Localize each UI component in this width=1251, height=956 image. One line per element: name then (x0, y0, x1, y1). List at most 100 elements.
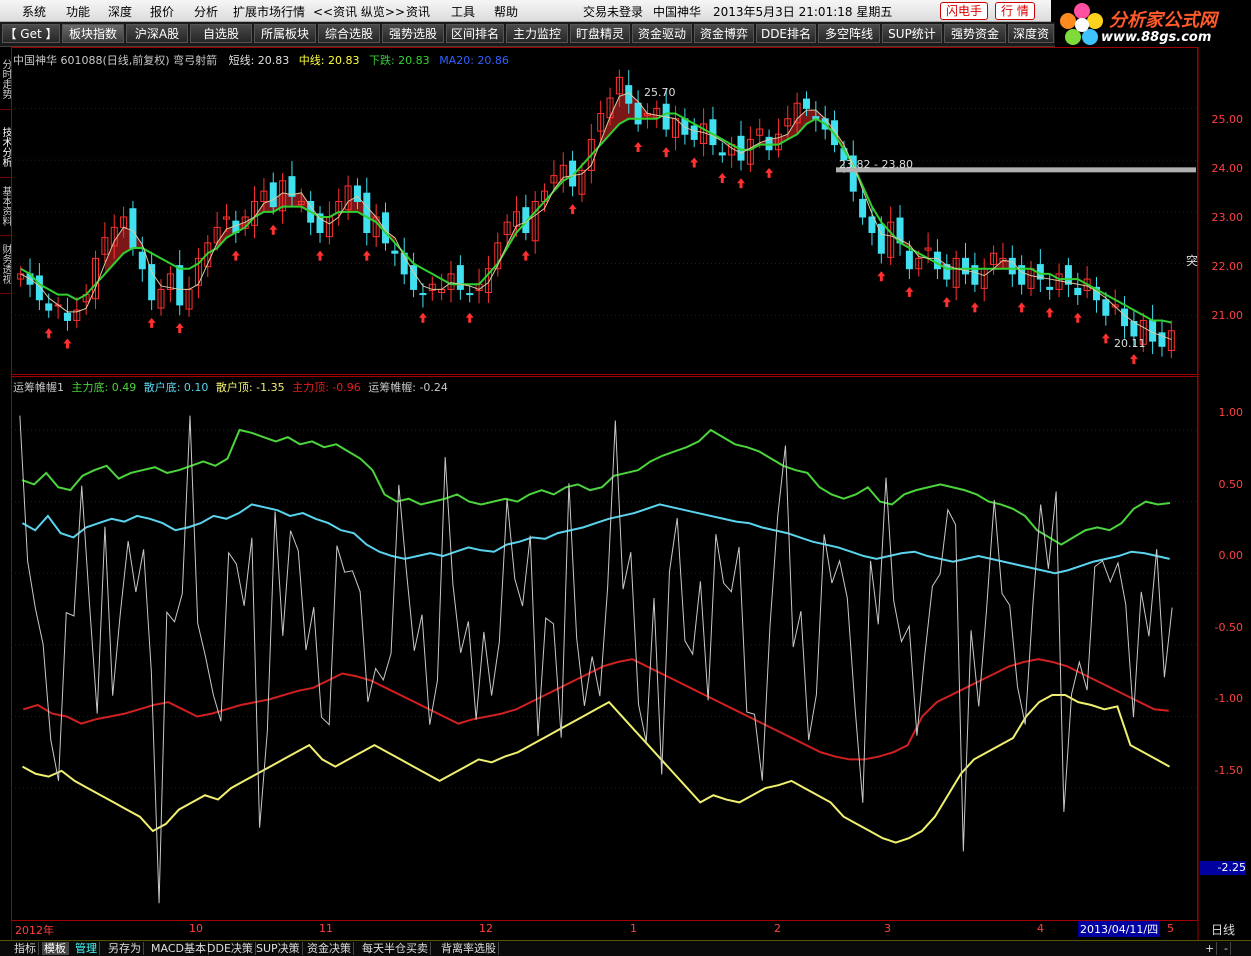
menu-item-help[interactable]: 帮助 (494, 3, 518, 20)
candle-body (129, 208, 137, 249)
buy-arrow-icon (147, 317, 156, 328)
tab-fund-drive[interactable]: 资金驱动 (632, 24, 692, 43)
chart-canvas[interactable] (11, 47, 1251, 940)
candle-body (148, 264, 156, 301)
x-label-month: 1 (630, 922, 637, 935)
status-save-as-button[interactable]: 另存为 (106, 942, 144, 955)
candle-body (905, 250, 913, 270)
tab-sup-stats[interactable]: SUP统计 (882, 24, 942, 43)
high-price-marker: 25.70 (644, 86, 676, 99)
status-dde-button[interactable]: DDE决策 (205, 942, 256, 955)
buy-arrow-icon (1073, 312, 1082, 323)
menu-item-news-overview[interactable]: <<资讯 纵览>> (313, 3, 405, 20)
ma20-label: MA20: 20.86 (439, 54, 509, 67)
tab-main-monitor[interactable]: 主力监控 (506, 24, 568, 43)
breakout-label: 突 (1186, 254, 1199, 268)
x-label-month: 5 (1167, 922, 1174, 935)
retail-bottom-label: 散户底: 0.10 (143, 381, 209, 394)
zoom-in-button[interactable]: + (1203, 942, 1218, 955)
candle-body (419, 293, 427, 296)
buy-arrow-icon (44, 328, 53, 339)
datetime: 2013年5月3日 21:01:18 星期五 (713, 5, 893, 19)
zoom-out-button[interactable]: - (1222, 942, 1231, 955)
candle-body (1074, 287, 1082, 296)
tab-depth-fund[interactable]: 深度资 (1008, 24, 1054, 43)
buy-arrow-icon (362, 250, 371, 261)
status-manage-button[interactable]: 管理 (73, 942, 100, 955)
status-fund-button[interactable]: 资金决策 (305, 942, 354, 955)
buy-arrow-icon (662, 147, 671, 158)
menu-item-extended-market[interactable]: 扩展市场行情 (233, 3, 305, 20)
candle-body (138, 251, 146, 270)
tab-long-short[interactable]: 多空阵线 (818, 24, 880, 43)
menu-item-news[interactable]: 资讯 (406, 3, 430, 20)
status-indicator-button[interactable]: 指标 (12, 942, 39, 955)
candle-body (45, 303, 53, 311)
candle-body (802, 98, 810, 109)
fall-line-label: 下跌: 20.83 (368, 54, 430, 67)
tab-combined-screen[interactable]: 综合选股 (318, 24, 380, 43)
x-label-month: 2 (774, 922, 781, 935)
tab-sh-sz-a[interactable]: 沪深A股 (126, 24, 188, 43)
price-y-tick: 22.00 (1211, 260, 1244, 273)
menu-item-analysis[interactable]: 分析 (194, 3, 218, 20)
main-top-label: 主力顶: -0.96 (292, 381, 361, 394)
candle-body (962, 257, 970, 275)
price-y-tick: 24.00 (1211, 162, 1244, 175)
side-tab-intraday[interactable]: 分时走势 (0, 49, 11, 110)
buy-arrow-icon (970, 302, 979, 313)
tab-belong-sector[interactable]: 所属板块 (254, 24, 316, 43)
status-sup-button[interactable]: SUP决策 (254, 942, 303, 955)
buy-arrow-icon (877, 271, 886, 282)
status-divergence-button[interactable]: 背离率选股 (439, 942, 499, 955)
candle-body (288, 176, 296, 197)
tab-fund-game[interactable]: 资金博弈 (694, 24, 754, 43)
short-line (20, 92, 1172, 340)
price-y-tick: 21.00 (1211, 309, 1244, 322)
quote-button[interactable]: 行 情 (995, 2, 1035, 20)
tab-strong-fund[interactable]: 强势资金 (944, 24, 1006, 43)
flower-logo-icon (1060, 3, 1103, 45)
candle-body (176, 265, 184, 306)
flash-trade-button[interactable]: 闪电手 (940, 2, 989, 20)
menu-item-tools[interactable]: 工具 (451, 3, 475, 20)
buy-arrow-icon (634, 142, 643, 152)
candle-body (1102, 299, 1110, 316)
menu-item-function[interactable]: 功能 (66, 3, 90, 20)
candle-body (690, 125, 698, 140)
logo-url: www.88gs.com (1101, 30, 1212, 45)
indicator-y-tick: 0.00 (1218, 549, 1244, 562)
menu-item-quote[interactable]: 报价 (150, 3, 174, 20)
range-marker: 23.82 - 23.80 (839, 158, 913, 171)
tab-watchlist[interactable]: 自选股 (190, 24, 252, 43)
side-tab-financial[interactable]: 财务透视 (0, 235, 11, 294)
price-panel-frame (11, 47, 1198, 375)
menu-item-system[interactable]: 系统 (22, 3, 46, 20)
status-template-button[interactable]: 模板 (42, 942, 69, 955)
x-label-month: 3 (884, 922, 891, 935)
chart-area[interactable]: 中国神华 601088(日线,前复权) 弯弓射箭 短线: 20.83 中线: 2… (11, 47, 1251, 940)
candle-body (634, 102, 642, 125)
buy-arrow-icon (269, 224, 278, 235)
buy-arrow-icon (942, 297, 951, 308)
side-tab-technical[interactable]: 技术分析 (0, 117, 11, 178)
get-button[interactable]: 【 Get 】 (2, 24, 60, 43)
tab-strong-screen[interactable]: 强势选股 (382, 24, 444, 43)
side-tab-fundamentals[interactable]: 基本资料 (0, 177, 11, 236)
status-half-position-button[interactable]: 每天半仓买卖 (360, 942, 431, 955)
x-cursor-date: 2013/04/11/四 (1078, 921, 1161, 937)
tab-range-rank[interactable]: 区间排名 (446, 24, 504, 43)
price-y-tick: 23.00 (1211, 211, 1244, 224)
tab-watch-elf[interactable]: 盯盘精灵 (570, 24, 630, 43)
buy-arrow-icon (1129, 354, 1138, 365)
status-macd-button[interactable]: MACD基本 (149, 942, 209, 955)
tab-dde-rank[interactable]: DDE排名 (756, 24, 816, 43)
menu-item-depth[interactable]: 深度 (108, 3, 132, 20)
candle-body (466, 293, 474, 296)
candle-body (269, 182, 277, 208)
short-line-label: 短线: 20.83 (228, 54, 290, 67)
price-y-tick: 25.00 (1211, 113, 1244, 126)
tab-sector-index[interactable]: 板块指数 (62, 24, 124, 43)
buy-arrow-icon (1101, 333, 1110, 344)
buy-arrow-icon (905, 286, 914, 297)
